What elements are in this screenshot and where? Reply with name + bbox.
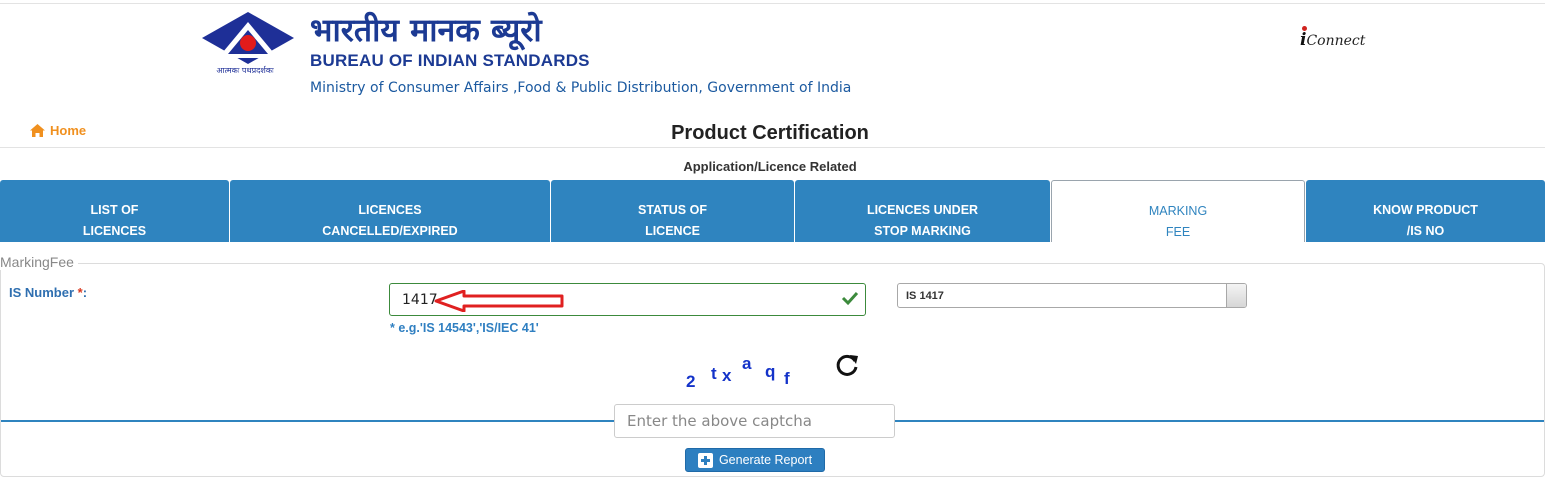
captcha-char: f <box>784 369 790 388</box>
generate-report-label: Generate Report <box>718 453 813 467</box>
fieldset-legend: MarkingFee <box>0 254 78 270</box>
select-value: IS 1417 <box>906 290 944 302</box>
label-colon: : <box>82 285 88 300</box>
top-divider <box>0 3 1545 4</box>
page-title: Product Certification <box>671 122 869 144</box>
tab-bar: LIST OF LICENCES LICENCES CANCELLED/EXPI… <box>0 180 1545 422</box>
tab-label-line1: MARKING <box>1148 204 1208 218</box>
tab-list-of-licences[interactable]: LIST OF LICENCES <box>0 180 229 242</box>
tab-label-line2: LICENCES <box>82 224 147 238</box>
tab-label-line2: /IS NO <box>1406 224 1445 238</box>
org-name-hindi: भारतीय मानक ब्यूरो <box>310 11 542 49</box>
tab-label-line2: STOP MARKING <box>874 224 971 238</box>
captcha-char: q <box>765 362 776 381</box>
is-number-input[interactable] <box>389 283 866 316</box>
captcha-char: 2 <box>686 372 696 391</box>
tab-label-line1: LICENCES <box>358 203 422 217</box>
tab-label-line2: CANCELLED/EXPIRED <box>322 224 458 238</box>
iconnect-text: Connect <box>1306 33 1366 49</box>
ministry-text: Ministry of Consumer Affairs ,Food & Pub… <box>310 80 852 96</box>
tab-label-line2: LICENCE <box>645 224 700 238</box>
captcha-input[interactable] <box>614 404 895 438</box>
tab-know-product-is-no[interactable]: KNOW PRODUCT /IS NO <box>1306 180 1545 242</box>
captcha-char: t <box>711 364 717 383</box>
iconnect-logo[interactable]: iConnect <box>1300 26 1366 50</box>
checkmark-icon <box>841 291 859 306</box>
is-number-label: IS Number *: <box>9 285 87 300</box>
tab-label-line1: KNOW PRODUCT <box>1373 203 1478 217</box>
captcha-char: a <box>742 354 752 373</box>
tab-marking-fee[interactable]: MARKING FEE <box>1051 180 1305 242</box>
tab-licences-under-stop-marking[interactable]: LICENCES UNDER STOP MARKING <box>795 180 1050 242</box>
tab-label-line2: FEE <box>1165 225 1191 239</box>
title-divider <box>0 147 1545 148</box>
generate-report-button[interactable]: Generate Report <box>685 448 825 472</box>
captcha-char: x <box>722 366 732 385</box>
refresh-icon[interactable] <box>834 352 860 378</box>
org-name-english: BUREAU OF INDIAN STANDARDS <box>310 51 590 70</box>
tab-label-line1: LIST OF <box>90 203 139 217</box>
tab-label-line1: LICENCES UNDER <box>866 203 979 217</box>
dropdown-button[interactable] <box>1226 284 1246 307</box>
tab-status-of-licence[interactable]: STATUS OF LICENCE <box>551 180 794 242</box>
logo-motto: आत्मकः पथप्रदर्शकः <box>216 66 274 75</box>
is-number-select[interactable]: IS 1417 <box>897 283 1247 308</box>
tab-label-line1: STATUS OF <box>638 203 707 217</box>
iconnect-i-mark: i <box>1300 26 1307 50</box>
tab-licences-cancelled-expired[interactable]: LICENCES CANCELLED/EXPIRED <box>230 180 550 242</box>
page-subtitle: Application/Licence Related <box>683 159 857 174</box>
is-number-hint: * e.g.'IS 14543','IS/IEC 41' <box>390 321 539 335</box>
is-number-label-text: IS Number <box>9 285 78 300</box>
bis-logo: आत्मकः पथप्रदर्शकः <box>200 10 296 76</box>
plus-icon <box>697 452 713 468</box>
